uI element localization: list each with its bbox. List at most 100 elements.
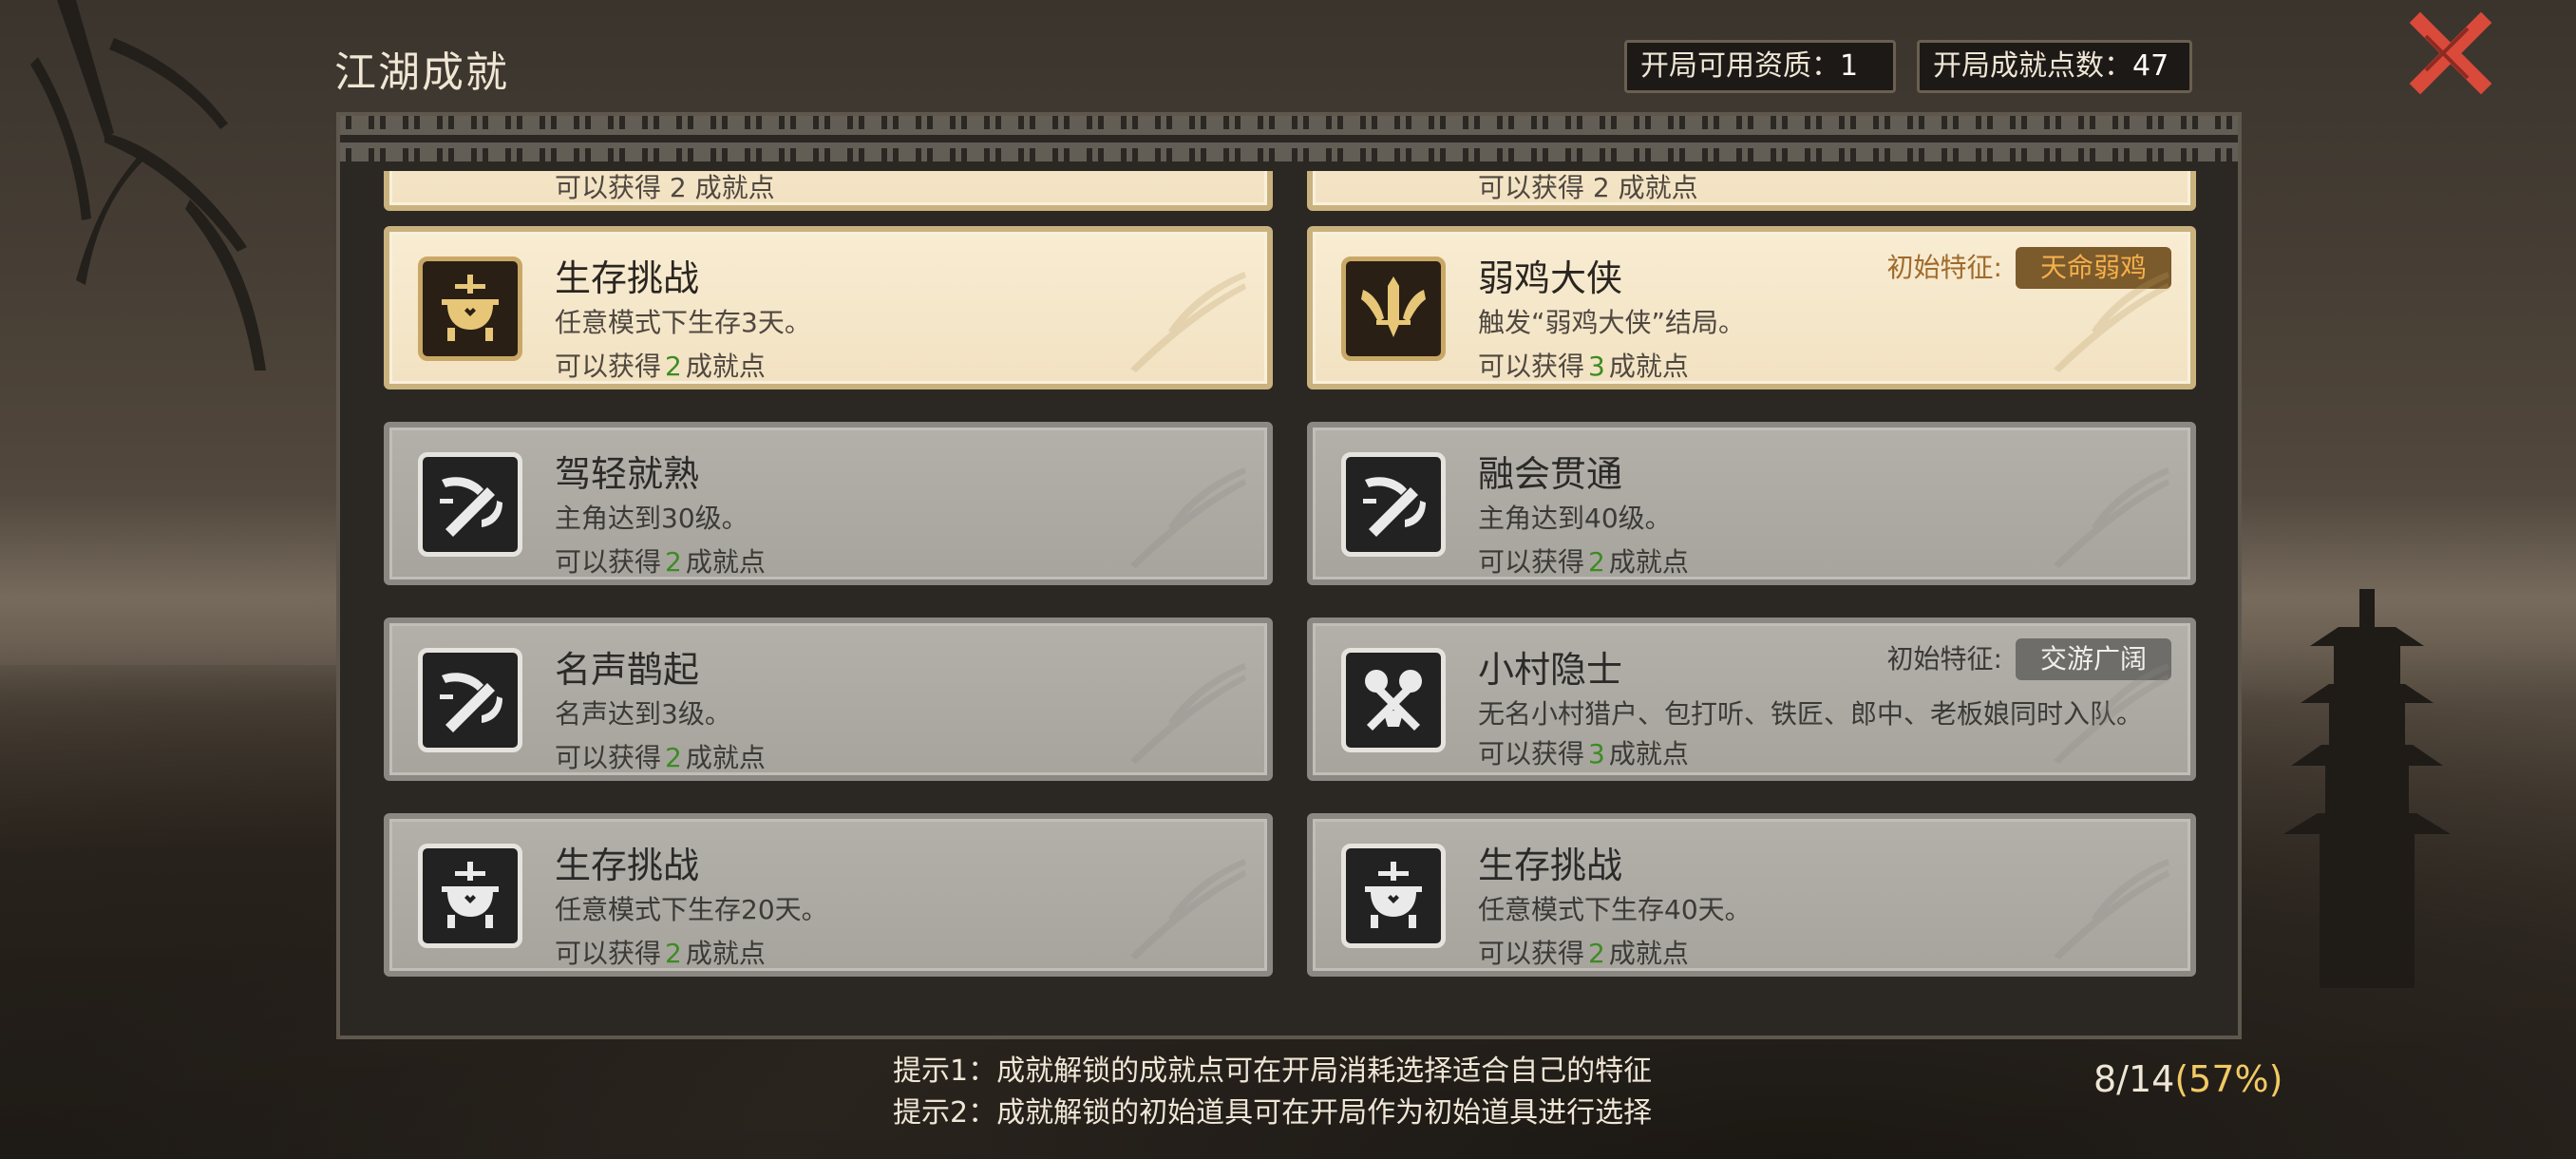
reward-prefix: 可以获得 (1478, 351, 1585, 382)
achievement-card[interactable]: 小村隐士 无名小村猎户、包打听、铁匠、郎中、老板娘同时入队。 可以获得 3 成就点 … (1307, 618, 2196, 781)
achievement-reward: 可以获得 3 成就点 (1478, 733, 1689, 771)
bamboo-watermark (1130, 467, 1246, 568)
bamboo-watermark (1130, 272, 1246, 372)
achievement-card[interactable]: 生存挑战 任意模式下生存3天。 可以获得 2 成就点 (384, 226, 1273, 390)
reward-prefix: 可以获得 (1478, 738, 1585, 770)
bamboo-watermark (2054, 859, 2169, 960)
bamboo-watermark (2054, 467, 2169, 568)
reward-prefix: 可以获得 (555, 546, 662, 578)
achievement-progress: 8/14(57%) (2093, 1058, 2282, 1100)
panel-border-pattern (340, 116, 2238, 162)
bamboo-watermark (1130, 663, 1246, 764)
cauldron-icon (442, 862, 499, 928)
tip-2: 提示2：成就解锁的初始道具可在开局作为初始道具进行选择 (893, 1096, 1653, 1130)
achievement-card-partial: 可以获得 2 成就点 (1307, 171, 2196, 211)
close-icon[interactable] (2409, 11, 2492, 95)
achievement-title: 融会贯通 (1478, 453, 1623, 495)
reward-points: 3 (1588, 351, 1605, 382)
starting-aptitude-value: 1 (1840, 49, 1859, 83)
achievement-card[interactable]: 驾轻就熟 主角达到30级。 可以获得 2 成就点 (384, 422, 1273, 585)
achievement-card[interactable]: 名声鹊起 名声达到3级。 可以获得 2 成就点 (384, 618, 1273, 781)
cauldron-icon (1365, 862, 1422, 928)
progress-percent: (57%) (2174, 1058, 2283, 1100)
sword-scroll-icon (1363, 477, 1426, 537)
achievement-title: 名声鹊起 (555, 649, 700, 691)
achievement-reward: 可以获得 2 成就点 (555, 172, 775, 203)
achievement-title: 小村隐士 (1478, 649, 1623, 691)
achievement-title: 生存挑战 (555, 845, 700, 886)
achievement-reward: 可以获得 2 成就点 (1478, 933, 1689, 971)
achievement-icon-frame (1341, 844, 1446, 948)
achievement-reward: 可以获得 2 成就点 (555, 737, 766, 775)
achievement-title: 生存挑战 (1478, 845, 1623, 886)
reward-suffix: 成就点 (685, 546, 766, 578)
achievement-panel: 可以获得 2 成就点 可以获得 2 成就点 生存挑战 任意模式下生存3天。 可以… (336, 112, 2242, 1039)
achievement-card[interactable]: 融会贯通 主角达到40级。 可以获得 2 成就点 (1307, 422, 2196, 585)
pagoda-silhouette (2283, 589, 2451, 988)
reward-suffix: 成就点 (685, 938, 766, 969)
reward-suffix: 成就点 (1608, 938, 1689, 969)
achievement-icon-frame (1341, 256, 1446, 361)
reward-prefix: 可以获得 (1478, 546, 1585, 578)
achievement-description: 任意模式下生存20天。 (555, 894, 828, 925)
achievement-icon-frame (418, 648, 522, 752)
achievement-icon-frame (418, 256, 522, 361)
reward-points: 2 (665, 351, 682, 382)
achievement-reward: 可以获得 2 成就点 (555, 933, 766, 971)
achievement-icon-frame (418, 452, 522, 557)
reward-prefix: 可以获得 (1478, 938, 1585, 969)
achievement-card[interactable]: 生存挑战 任意模式下生存20天。 可以获得 2 成就点 (384, 813, 1273, 977)
achievement-description: 触发“弱鸡大侠”结局。 (1478, 307, 1746, 338)
winged-sword-icon (1361, 276, 1426, 337)
starting-aptitude-stat: 开局可用资质：1 (1624, 40, 1896, 93)
achievement-reward: 可以获得 2 成就点 (1478, 172, 1698, 203)
tips: 提示1：成就解锁的成就点可在开局消耗选择适合自己的特征 提示2：成就解锁的初始道… (893, 1051, 1652, 1134)
reward-suffix: 成就点 (1608, 738, 1689, 770)
bamboo-leaves-decoration (30, 0, 266, 370)
reward-prefix: 可以获得 (555, 742, 662, 773)
achievement-description: 主角达到40级。 (1478, 503, 1672, 534)
reward-points: 2 (665, 742, 682, 773)
reward-suffix: 成就点 (685, 351, 766, 382)
bamboo-watermark (1130, 859, 1246, 960)
achievement-title: 生存挑战 (555, 257, 700, 299)
reward-suffix: 成就点 (1608, 351, 1689, 382)
achievement-icon-frame (1341, 452, 1446, 557)
sword-scroll-icon (440, 477, 502, 537)
achievement-reward: 可以获得 2 成就点 (555, 542, 766, 580)
reward-prefix: 可以获得 (555, 351, 662, 382)
achievement-card[interactable]: 生存挑战 任意模式下生存40天。 可以获得 2 成就点 (1307, 813, 2196, 977)
achievement-reward: 可以获得 2 成就点 (1478, 542, 1689, 580)
initial-trait-label: 初始特征: (1886, 252, 2002, 283)
achievement-description: 名声达到3级。 (555, 698, 731, 730)
achievement-card-partial: 可以获得 2 成就点 (384, 171, 1273, 211)
reward-prefix: 可以获得 (555, 938, 662, 969)
cauldron-icon (442, 275, 499, 341)
bamboo-watermark (2054, 272, 2169, 372)
sword-scroll-icon (440, 673, 502, 732)
achievement-description: 任意模式下生存3天。 (555, 307, 811, 338)
tip-1: 提示1：成就解锁的成就点可在开局消耗选择适合自己的特征 (893, 1054, 1653, 1088)
bamboo-watermark (2054, 663, 2169, 764)
reward-points: 2 (1588, 938, 1605, 969)
crossed-tools-icon (1365, 670, 1422, 731)
achievement-list[interactable]: 可以获得 2 成就点 可以获得 2 成就点 生存挑战 任意模式下生存3天。 可以… (384, 171, 2202, 1026)
reward-points: 2 (665, 938, 682, 969)
starting-achievement-points-value: 47 (2132, 49, 2169, 83)
starting-achievement-points-label: 开局成就点数： (1933, 49, 2132, 83)
reward-points: 2 (665, 546, 682, 578)
reward-suffix: 成就点 (685, 742, 766, 773)
achievement-title: 弱鸡大侠 (1478, 257, 1623, 299)
achievement-card[interactable]: 弱鸡大侠 触发“弱鸡大侠”结局。 可以获得 3 成就点 初始特征: 天命弱鸡 (1307, 226, 2196, 390)
page-title: 江湖成就 (334, 48, 509, 97)
starting-achievement-points-stat: 开局成就点数：47 (1917, 40, 2192, 93)
achievement-description: 主角达到30级。 (555, 503, 748, 534)
achievement-reward: 可以获得 3 成就点 (1478, 346, 1689, 384)
achievement-title: 驾轻就熟 (555, 453, 700, 495)
reward-points: 3 (1588, 738, 1605, 770)
reward-suffix: 成就点 (1608, 546, 1689, 578)
progress-count: 8/14 (2093, 1058, 2175, 1100)
initial-trait-label: 初始特征: (1886, 643, 2002, 674)
starting-aptitude-label: 开局可用资质： (1640, 49, 1840, 83)
achievement-icon-frame (418, 844, 522, 948)
